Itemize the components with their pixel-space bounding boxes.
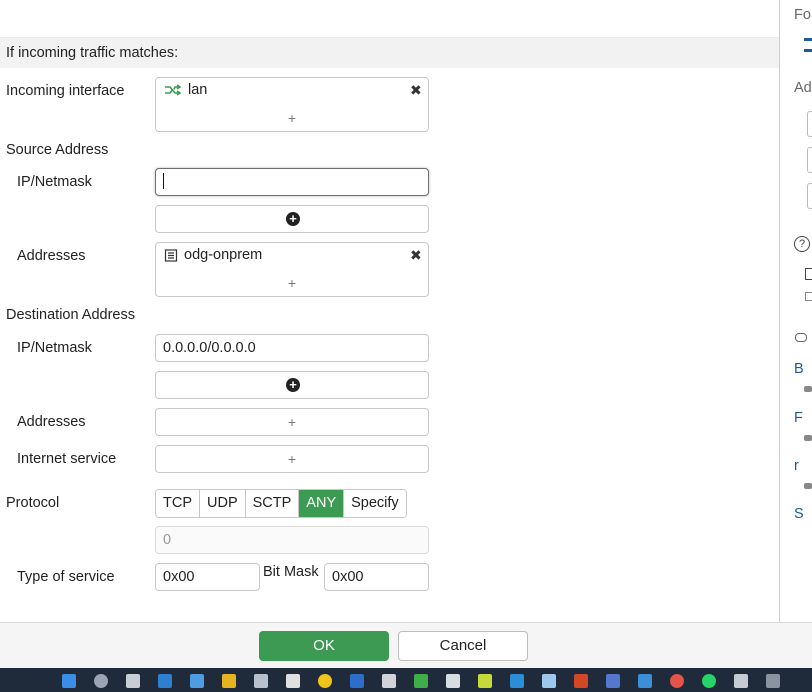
source-add-ip-button[interactable]: + <box>155 205 429 233</box>
address-object-icon <box>164 248 178 262</box>
start-icon[interactable] <box>62 674 76 688</box>
side-panel-additional: Ad <box>794 80 812 96</box>
protocol-selector: TCP UDP SCTP ANY Specify <box>155 489 407 518</box>
side-link[interactable]: S <box>794 506 804 522</box>
dialog-footer: OK Cancel <box>0 622 812 668</box>
side-panel-field[interactable] <box>807 147 812 173</box>
type-of-service-input[interactable]: 0x00 <box>155 563 260 591</box>
app-icon[interactable] <box>446 674 460 688</box>
app-icon[interactable] <box>158 674 172 688</box>
remove-address-icon[interactable]: ✖ <box>410 247 422 264</box>
add-source-address-button[interactable]: + <box>156 275 428 291</box>
destination-address-heading: Destination Address <box>6 307 135 323</box>
app-icon[interactable] <box>606 674 620 688</box>
add-interface-button[interactable]: + <box>156 110 428 126</box>
side-panel-field[interactable] <box>807 111 812 137</box>
interface-tag: lan ✖ <box>164 82 422 98</box>
app-icon[interactable] <box>478 674 492 688</box>
list-icon <box>804 38 812 52</box>
add-internet-service-button[interactable]: + <box>156 451 428 467</box>
protocol-sctp[interactable]: SCTP <box>245 490 300 517</box>
internet-service-label: Internet service <box>17 451 117 467</box>
text-caret <box>163 173 164 190</box>
add-destination-address-button[interactable]: + <box>156 414 428 430</box>
type-of-service-label: Type of service <box>17 569 115 585</box>
source-ipnetmask-label: IP/Netmask <box>17 174 92 190</box>
protocol-tcp[interactable]: TCP <box>156 490 200 517</box>
section-header: If incoming traffic matches: <box>0 38 779 68</box>
app-icon[interactable] <box>318 674 332 688</box>
side-panel-field[interactable] <box>807 183 812 209</box>
app-icon[interactable] <box>126 674 140 688</box>
incoming-interface-label: Incoming interface <box>6 83 125 99</box>
protocol-specify[interactable]: Specify <box>344 490 406 517</box>
app-icon[interactable] <box>638 674 652 688</box>
document-icon <box>805 268 812 280</box>
destination-addresses-box[interactable]: + <box>155 408 429 436</box>
app-icon[interactable] <box>350 674 364 688</box>
comment-icon <box>804 386 812 392</box>
interface-shuffle-icon <box>165 84 182 96</box>
os-taskbar <box>0 668 812 692</box>
address-tag-label: odg-onprem <box>184 247 263 263</box>
comment-icon <box>804 435 812 441</box>
app-icon[interactable] <box>766 674 780 688</box>
source-addresses-box[interactable]: odg-onprem ✖ + <box>155 242 429 297</box>
bit-mask-input[interactable]: 0x00 <box>324 563 429 591</box>
app-icon[interactable] <box>734 674 748 688</box>
remove-interface-icon[interactable]: ✖ <box>410 82 422 99</box>
interface-tag-label: lan <box>188 82 208 98</box>
source-addresses-label: Addresses <box>17 248 86 264</box>
policy-route-dialog: If incoming traffic matches: Incoming in… <box>0 0 780 622</box>
destination-ipnetmask-label: IP/Netmask <box>17 340 92 356</box>
cancel-button[interactable]: Cancel <box>398 631 528 661</box>
side-panel: Fo Ad ? B F r S <box>781 0 812 622</box>
bit-mask-label: Bit Mask <box>263 564 319 580</box>
comment-icon <box>804 483 812 489</box>
plus-circle-icon: + <box>286 378 300 392</box>
app-icon[interactable] <box>414 674 428 688</box>
app-icon[interactable] <box>254 674 268 688</box>
protocol-udp[interactable]: UDP <box>200 490 246 517</box>
incoming-interface-box[interactable]: lan ✖ + <box>155 77 429 132</box>
search-icon[interactable] <box>94 674 108 688</box>
address-tag: odg-onprem ✖ <box>164 247 422 263</box>
destination-ipnetmask-input[interactable]: 0.0.0.0/0.0.0.0 <box>155 334 429 362</box>
app-icon[interactable] <box>574 674 588 688</box>
side-link[interactable]: B <box>794 361 804 377</box>
side-link[interactable]: F <box>794 410 803 426</box>
folder-icon[interactable] <box>222 674 236 688</box>
checkbox-icon[interactable] <box>805 292 812 301</box>
destination-add-ip-button[interactable]: + <box>155 371 429 399</box>
source-address-heading: Source Address <box>6 142 109 158</box>
help-icon[interactable]: ? <box>794 236 810 252</box>
app-icon[interactable] <box>542 674 556 688</box>
destination-addresses-label: Addresses <box>17 414 86 430</box>
dialog-top-bar <box>0 4 779 38</box>
app-icon[interactable] <box>702 674 716 688</box>
comments-icon <box>795 333 807 342</box>
protocol-label: Protocol <box>6 495 60 511</box>
protocol-number-input[interactable]: 0 <box>155 526 429 554</box>
app-icon[interactable] <box>286 674 300 688</box>
side-panel-heading: Fo <box>794 7 811 23</box>
app-icon[interactable] <box>510 674 524 688</box>
app-icon[interactable] <box>670 674 684 688</box>
source-ipnetmask-input[interactable] <box>155 168 429 196</box>
internet-service-box[interactable]: + <box>155 445 429 473</box>
app-icon[interactable] <box>382 674 396 688</box>
side-link[interactable]: r <box>794 458 799 474</box>
protocol-any[interactable]: ANY <box>299 490 345 517</box>
plus-circle-icon: + <box>286 212 300 226</box>
ok-button[interactable]: OK <box>259 631 389 661</box>
app-icon[interactable] <box>190 674 204 688</box>
